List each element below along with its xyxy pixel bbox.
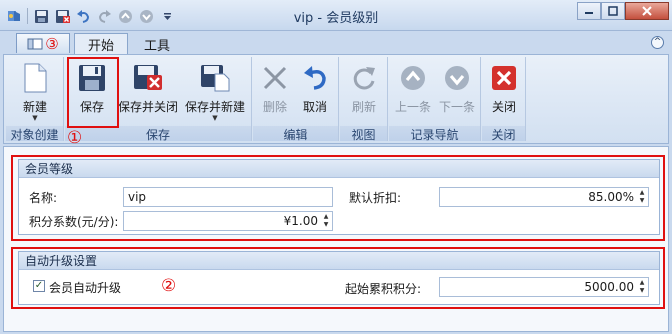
start-points-field[interactable]: 5000.00 ▲ ▼ xyxy=(439,277,649,297)
close-button[interactable]: 关闭 xyxy=(486,59,522,123)
start-points-value: 5000.00 xyxy=(584,280,634,294)
tab-tools[interactable]: 工具 xyxy=(134,33,180,55)
group-view: 刷新 视图 xyxy=(340,57,388,142)
app-icon[interactable] xyxy=(4,7,23,26)
name-field[interactable]: vip xyxy=(123,187,333,207)
spinner-icon[interactable]: ▲ ▼ xyxy=(638,190,646,204)
close-window-icon[interactable] xyxy=(625,2,669,20)
section-header: 自动升级设置 xyxy=(19,252,659,270)
delete-x-icon xyxy=(260,63,290,93)
group-label: 对象创建 xyxy=(6,126,63,142)
default-discount-field[interactable]: 85.00% ▲ ▼ xyxy=(439,187,649,207)
annotation-box-save xyxy=(67,57,119,128)
group-label: 记录导航 xyxy=(389,126,480,142)
points-coefficient-label: 积分系数(元/分): xyxy=(29,215,119,229)
down-icon[interactable] xyxy=(137,7,156,26)
spinner-icon[interactable]: ▲ ▼ xyxy=(322,214,330,228)
group-edit: 删除 取消 编辑 xyxy=(253,57,339,142)
group-object-creation: 新建 ▼ 对象创建 xyxy=(6,57,64,142)
section-header: 会员等级 xyxy=(19,160,659,178)
arrow-down-circle-icon xyxy=(442,63,472,93)
delete-button[interactable]: 删除 xyxy=(257,59,293,123)
panel-icon xyxy=(27,38,43,49)
annotation-one: ① xyxy=(67,128,83,148)
quick-access-toolbar xyxy=(4,6,177,26)
save-icon[interactable] xyxy=(32,7,51,26)
chevron-down-icon: ▼ xyxy=(212,114,218,122)
ribbon-tab-row: ③ 开始 工具 ^ xyxy=(0,31,672,55)
refresh-button[interactable]: 刷新 xyxy=(346,59,382,123)
tab-start[interactable]: 开始 xyxy=(74,33,128,55)
new-button[interactable]: 新建 ▼ xyxy=(12,59,58,123)
annotation-three: ③ xyxy=(45,34,59,53)
default-discount-label: 默认折扣: xyxy=(349,191,402,205)
group-label: 保存 xyxy=(65,126,251,142)
chevron-down-icon: ▼ xyxy=(32,114,38,122)
save-close-icon xyxy=(133,63,163,93)
undo-icon[interactable] xyxy=(74,7,93,26)
default-discount-value: 85.00% xyxy=(588,190,634,204)
maximize-icon[interactable] xyxy=(601,2,625,20)
redo-icon[interactable] xyxy=(95,7,114,26)
cancel-button[interactable]: 取消 xyxy=(297,59,333,123)
up-icon[interactable] xyxy=(116,7,135,26)
minimize-icon[interactable] xyxy=(577,2,601,20)
application-menu-button[interactable]: ③ xyxy=(16,33,70,53)
spinner-icon[interactable]: ▲ ▼ xyxy=(638,280,646,294)
refresh-icon xyxy=(349,63,379,93)
save-and-new-button[interactable]: 保存并新建 ▼ xyxy=(183,59,247,123)
arrow-up-circle-icon xyxy=(398,63,428,93)
auto-upgrade-label[interactable]: 会员自动升级 xyxy=(49,279,121,296)
content-area: 会员等级 名称: vip 默认折扣: 85.00% ▲ ▼ 积分系数(元/分): … xyxy=(3,146,669,332)
close-red-icon xyxy=(489,63,519,93)
help-icon[interactable]: ^ xyxy=(651,36,664,49)
group-label: 视图 xyxy=(340,126,387,142)
points-coefficient-value: ¥1.00 xyxy=(283,214,318,228)
new-document-icon xyxy=(20,63,50,93)
section-auto-upgrade: 自动升级设置 ✓ 会员自动升级 ② 起始累积积分: 5000.00 ▲ ▼ xyxy=(18,251,660,305)
annotation-two: ② xyxy=(161,276,177,296)
section-member-level: 会员等级 名称: vip 默认折扣: 85.00% ▲ ▼ 积分系数(元/分): … xyxy=(18,159,660,235)
save-and-close-button[interactable]: 保存并关闭 xyxy=(117,59,179,123)
save-new-icon xyxy=(200,63,230,93)
toolbar-separator xyxy=(27,8,28,24)
next-record-button[interactable]: 下一条 xyxy=(437,59,477,123)
customize-dropdown-icon[interactable] xyxy=(158,7,177,26)
previous-record-button[interactable]: 上一条 xyxy=(393,59,433,123)
start-points-label: 起始累积积分: xyxy=(345,282,422,296)
undo-arrow-icon xyxy=(300,63,330,93)
group-label: 编辑 xyxy=(253,126,338,142)
window-controls xyxy=(577,2,669,20)
group-close: 关闭 关闭 xyxy=(482,57,526,142)
name-label: 名称: xyxy=(29,191,58,205)
save-close-icon[interactable] xyxy=(53,7,72,26)
auto-upgrade-checkbox[interactable]: ✓ xyxy=(33,280,45,292)
group-label: 关闭 xyxy=(482,126,525,142)
points-coefficient-field[interactable]: ¥1.00 ▲ ▼ xyxy=(123,211,333,231)
title-bar: vip - 会员级别 xyxy=(0,0,672,31)
group-record-navigation: 上一条 下一条 记录导航 xyxy=(389,57,481,142)
